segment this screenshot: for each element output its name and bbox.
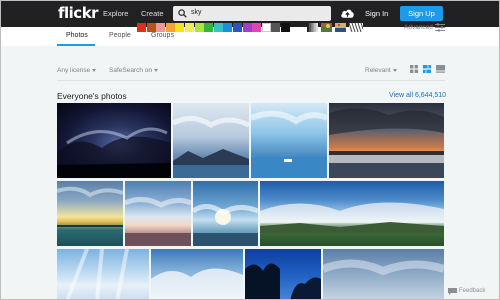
blue-sky-lake-image — [251, 110, 327, 178]
sort-dropdown[interactable]: Relevant — [365, 67, 397, 74]
tab-groups[interactable]: Groups — [151, 32, 174, 39]
view-all-link[interactable]: View all 6,644,510 — [389, 92, 446, 99]
photo-thumbnail[interactable] — [125, 181, 191, 246]
golden-sea-horizon-image — [57, 186, 123, 227]
safesearch-label: SafeSearch on — [109, 67, 153, 74]
nav-explore-link[interactable]: Explore — [103, 9, 128, 18]
chevron-down-icon — [92, 68, 97, 72]
color-swatch[interactable] — [233, 23, 242, 32]
chevron-down-icon — [392, 68, 397, 72]
photo-thumbnail[interactable] — [323, 249, 444, 299]
night-clouds-image — [57, 127, 171, 178]
photo-thumbnail[interactable] — [57, 249, 149, 299]
color-swatch[interactable] — [242, 23, 252, 32]
color-swatch[interactable] — [137, 23, 146, 32]
section-title: Everyone's photos — [57, 91, 127, 101]
search-bar[interactable]: sky — [173, 6, 331, 21]
flickr-logo[interactable]: flickr — [58, 4, 99, 22]
photo-thumbnail[interactable] — [245, 249, 321, 299]
tab-people[interactable]: People — [109, 32, 131, 39]
browser-window: flickr Explore Create sky Sign In Sign U… — [0, 0, 500, 300]
search-input[interactable]: sky — [191, 9, 202, 16]
photo-thumbnail[interactable] — [57, 181, 123, 246]
photo-thumbnail[interactable] — [329, 103, 444, 178]
divider — [57, 80, 445, 81]
patterns-filter-icon[interactable] — [349, 23, 363, 32]
color-swatch[interactable] — [213, 23, 223, 32]
color-swatch[interactable] — [223, 23, 233, 32]
tree-silhouette-sky-image — [245, 263, 321, 299]
license-filter-dropdown[interactable]: Any license — [57, 67, 97, 74]
upload-cloud-icon[interactable] — [340, 7, 355, 20]
photo-thumbnail[interactable] — [151, 249, 243, 299]
search-icon — [178, 9, 187, 18]
black-and-white-filter-icon[interactable] — [307, 23, 318, 32]
photo-thumbnail[interactable] — [260, 181, 444, 246]
fluffy-clouds-image — [151, 268, 243, 299]
color-swatch[interactable] — [204, 23, 214, 32]
wide-cloudy-landscape-image — [260, 202, 444, 233]
sort-label: Relevant — [365, 67, 391, 74]
justified-view-icon[interactable] — [423, 65, 431, 73]
color-swatch[interactable] — [194, 23, 204, 32]
bright-clouds-image — [65, 249, 129, 299]
detail-view-icon[interactable] — [436, 65, 445, 73]
color-swatch[interactable] — [185, 23, 194, 32]
photo-thumbnail[interactable] — [173, 103, 249, 178]
pastel-sky-image — [125, 197, 191, 246]
overcast-sky-image — [323, 259, 444, 276]
advanced-options-icon[interactable] — [435, 23, 445, 32]
color-swatch[interactable] — [156, 23, 166, 32]
photo-thumbnail[interactable] — [193, 181, 258, 246]
mountain-lake-clouds-image — [173, 116, 249, 178]
color-swatch[interactable] — [175, 23, 185, 32]
shallow-depth-filter-icon[interactable] — [321, 23, 332, 32]
safesearch-dropdown[interactable]: SafeSearch on — [109, 67, 159, 74]
color-swatch[interactable] — [261, 23, 271, 32]
sun-rays-clouds-image — [193, 204, 258, 246]
sign-in-link[interactable]: Sign In — [365, 9, 388, 18]
feedback-link[interactable]: Feedback — [459, 288, 485, 294]
license-filter-label: Any license — [57, 67, 91, 74]
tab-photos[interactable]: Photos — [66, 32, 88, 39]
nav-create-link[interactable]: Create — [141, 9, 164, 18]
photo-thumbnail[interactable] — [251, 103, 327, 178]
color-swatch[interactable] — [271, 23, 281, 32]
color-swatch[interactable] — [146, 23, 156, 32]
feedback-icon[interactable] — [448, 288, 457, 295]
color-swatch[interactable] — [165, 23, 175, 32]
advanced-link[interactable]: Advanced — [404, 24, 433, 31]
color-swatch[interactable] — [281, 23, 290, 32]
chevron-down-icon — [154, 68, 159, 72]
sunset-pier-image — [329, 108, 444, 178]
active-tab-indicator — [57, 44, 95, 46]
grid-view-icon[interactable] — [410, 65, 418, 73]
sign-up-button[interactable]: Sign Up — [400, 6, 443, 21]
color-swatch[interactable] — [252, 23, 262, 32]
photo-thumbnail[interactable] — [57, 103, 171, 178]
minimalist-filter-icon[interactable] — [335, 23, 346, 32]
